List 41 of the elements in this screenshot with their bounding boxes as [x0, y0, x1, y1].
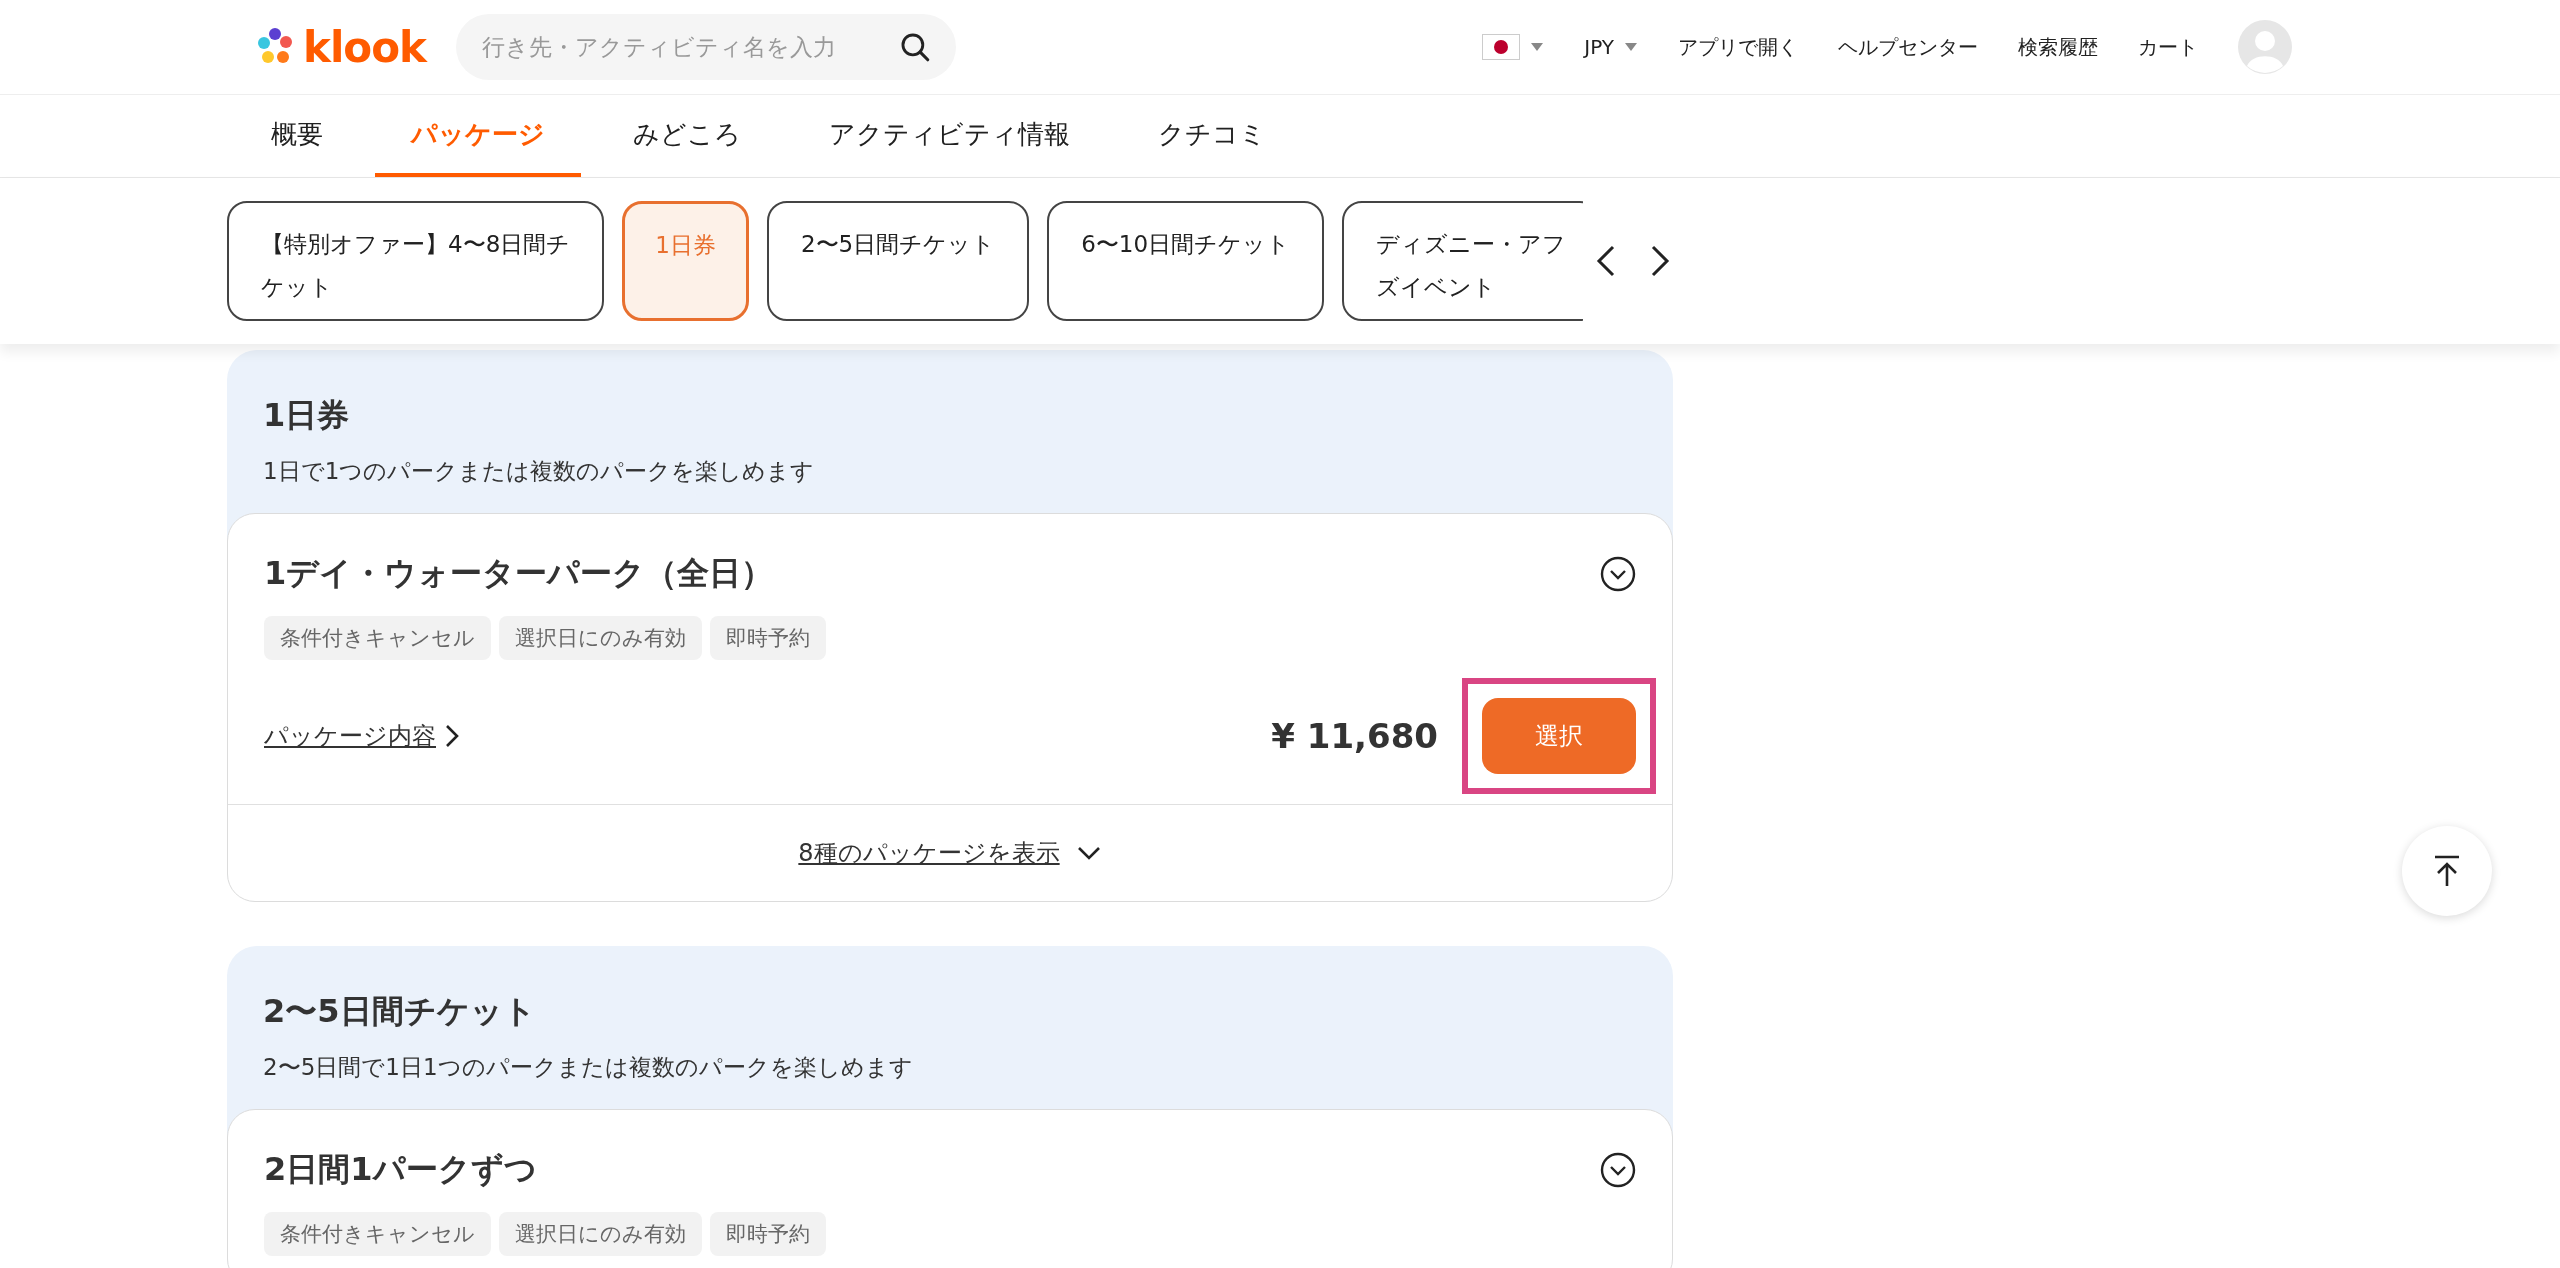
tag-label: 即時予約: [710, 1212, 826, 1256]
package-chip[interactable]: 2〜5日間チケット: [766, 201, 1030, 321]
language-selector[interactable]: [1482, 34, 1545, 60]
nav-tab[interactable]: 概要: [235, 95, 359, 177]
section-title: 2〜5日間チケット: [263, 991, 537, 1032]
chevron-right-icon[interactable]: [444, 723, 460, 749]
chevron-down-icon[interactable]: [1600, 1152, 1636, 1188]
chevron-down-icon[interactable]: [1600, 556, 1636, 592]
nav-tab[interactable]: みどころ: [597, 95, 777, 177]
package-chip[interactable]: ディズニー・アフ ズイベント: [1342, 201, 1583, 321]
package-chip[interactable]: 6〜10日間チケット: [1047, 201, 1325, 321]
section-description: 1日で1つのパークまたは複数のパークを楽しめます: [263, 457, 816, 486]
arrow-up-icon: [2432, 854, 2462, 888]
details-link[interactable]: パッケージ内容: [264, 720, 436, 752]
nav-tab[interactable]: クチコミ: [1122, 95, 1302, 177]
price: ¥ 11,680: [1271, 716, 1438, 756]
section-title: 1日券: [263, 395, 351, 436]
caret-icon: [1624, 42, 1638, 52]
header-link[interactable]: ヘルプセンター: [1838, 33, 1978, 61]
tag-label: 選択日にのみ有効: [499, 1212, 702, 1256]
tag-label: 条件付きキャンセル: [264, 1212, 491, 1256]
search-field[interactable]: 行き先・アクティビティ名を入力: [455, 14, 956, 80]
package-name: 2日間1パークずつ: [264, 1149, 537, 1190]
tag-label: 選択日にのみ有効: [499, 616, 702, 660]
tag-label: 即時予約: [710, 616, 826, 660]
tag-label: 条件付きキャンセル: [264, 616, 491, 660]
nav-tab[interactable]: アクティビティ情報: [793, 95, 1106, 177]
chevron-left-icon[interactable]: [1595, 244, 1617, 278]
header-link[interactable]: アプリで開く: [1678, 33, 1798, 61]
chevron-right-icon[interactable]: [1649, 244, 1671, 278]
package-name: 1デイ・ウォーターパーク（全日）: [264, 553, 774, 594]
header-link[interactable]: カート: [2138, 33, 2198, 61]
currency-selector[interactable]: JPY: [1584, 35, 1614, 59]
flag-icon: [1482, 34, 1521, 60]
chevron-down-icon[interactable]: [1075, 845, 1102, 861]
package-chip[interactable]: 【特別オファー】4〜8日間チ ケット: [227, 201, 605, 321]
section-description: 2〜5日間で1日1つのパークまたは複数のパークを楽しめます: [263, 1053, 914, 1082]
caret-icon: [1530, 42, 1545, 52]
search-input[interactable]: 行き先・アクティビティ名を入力: [479, 33, 898, 61]
header-link[interactable]: 検索履歴: [2018, 33, 2098, 61]
show-more-link[interactable]: 8種のパッケージを表示: [798, 837, 1060, 869]
